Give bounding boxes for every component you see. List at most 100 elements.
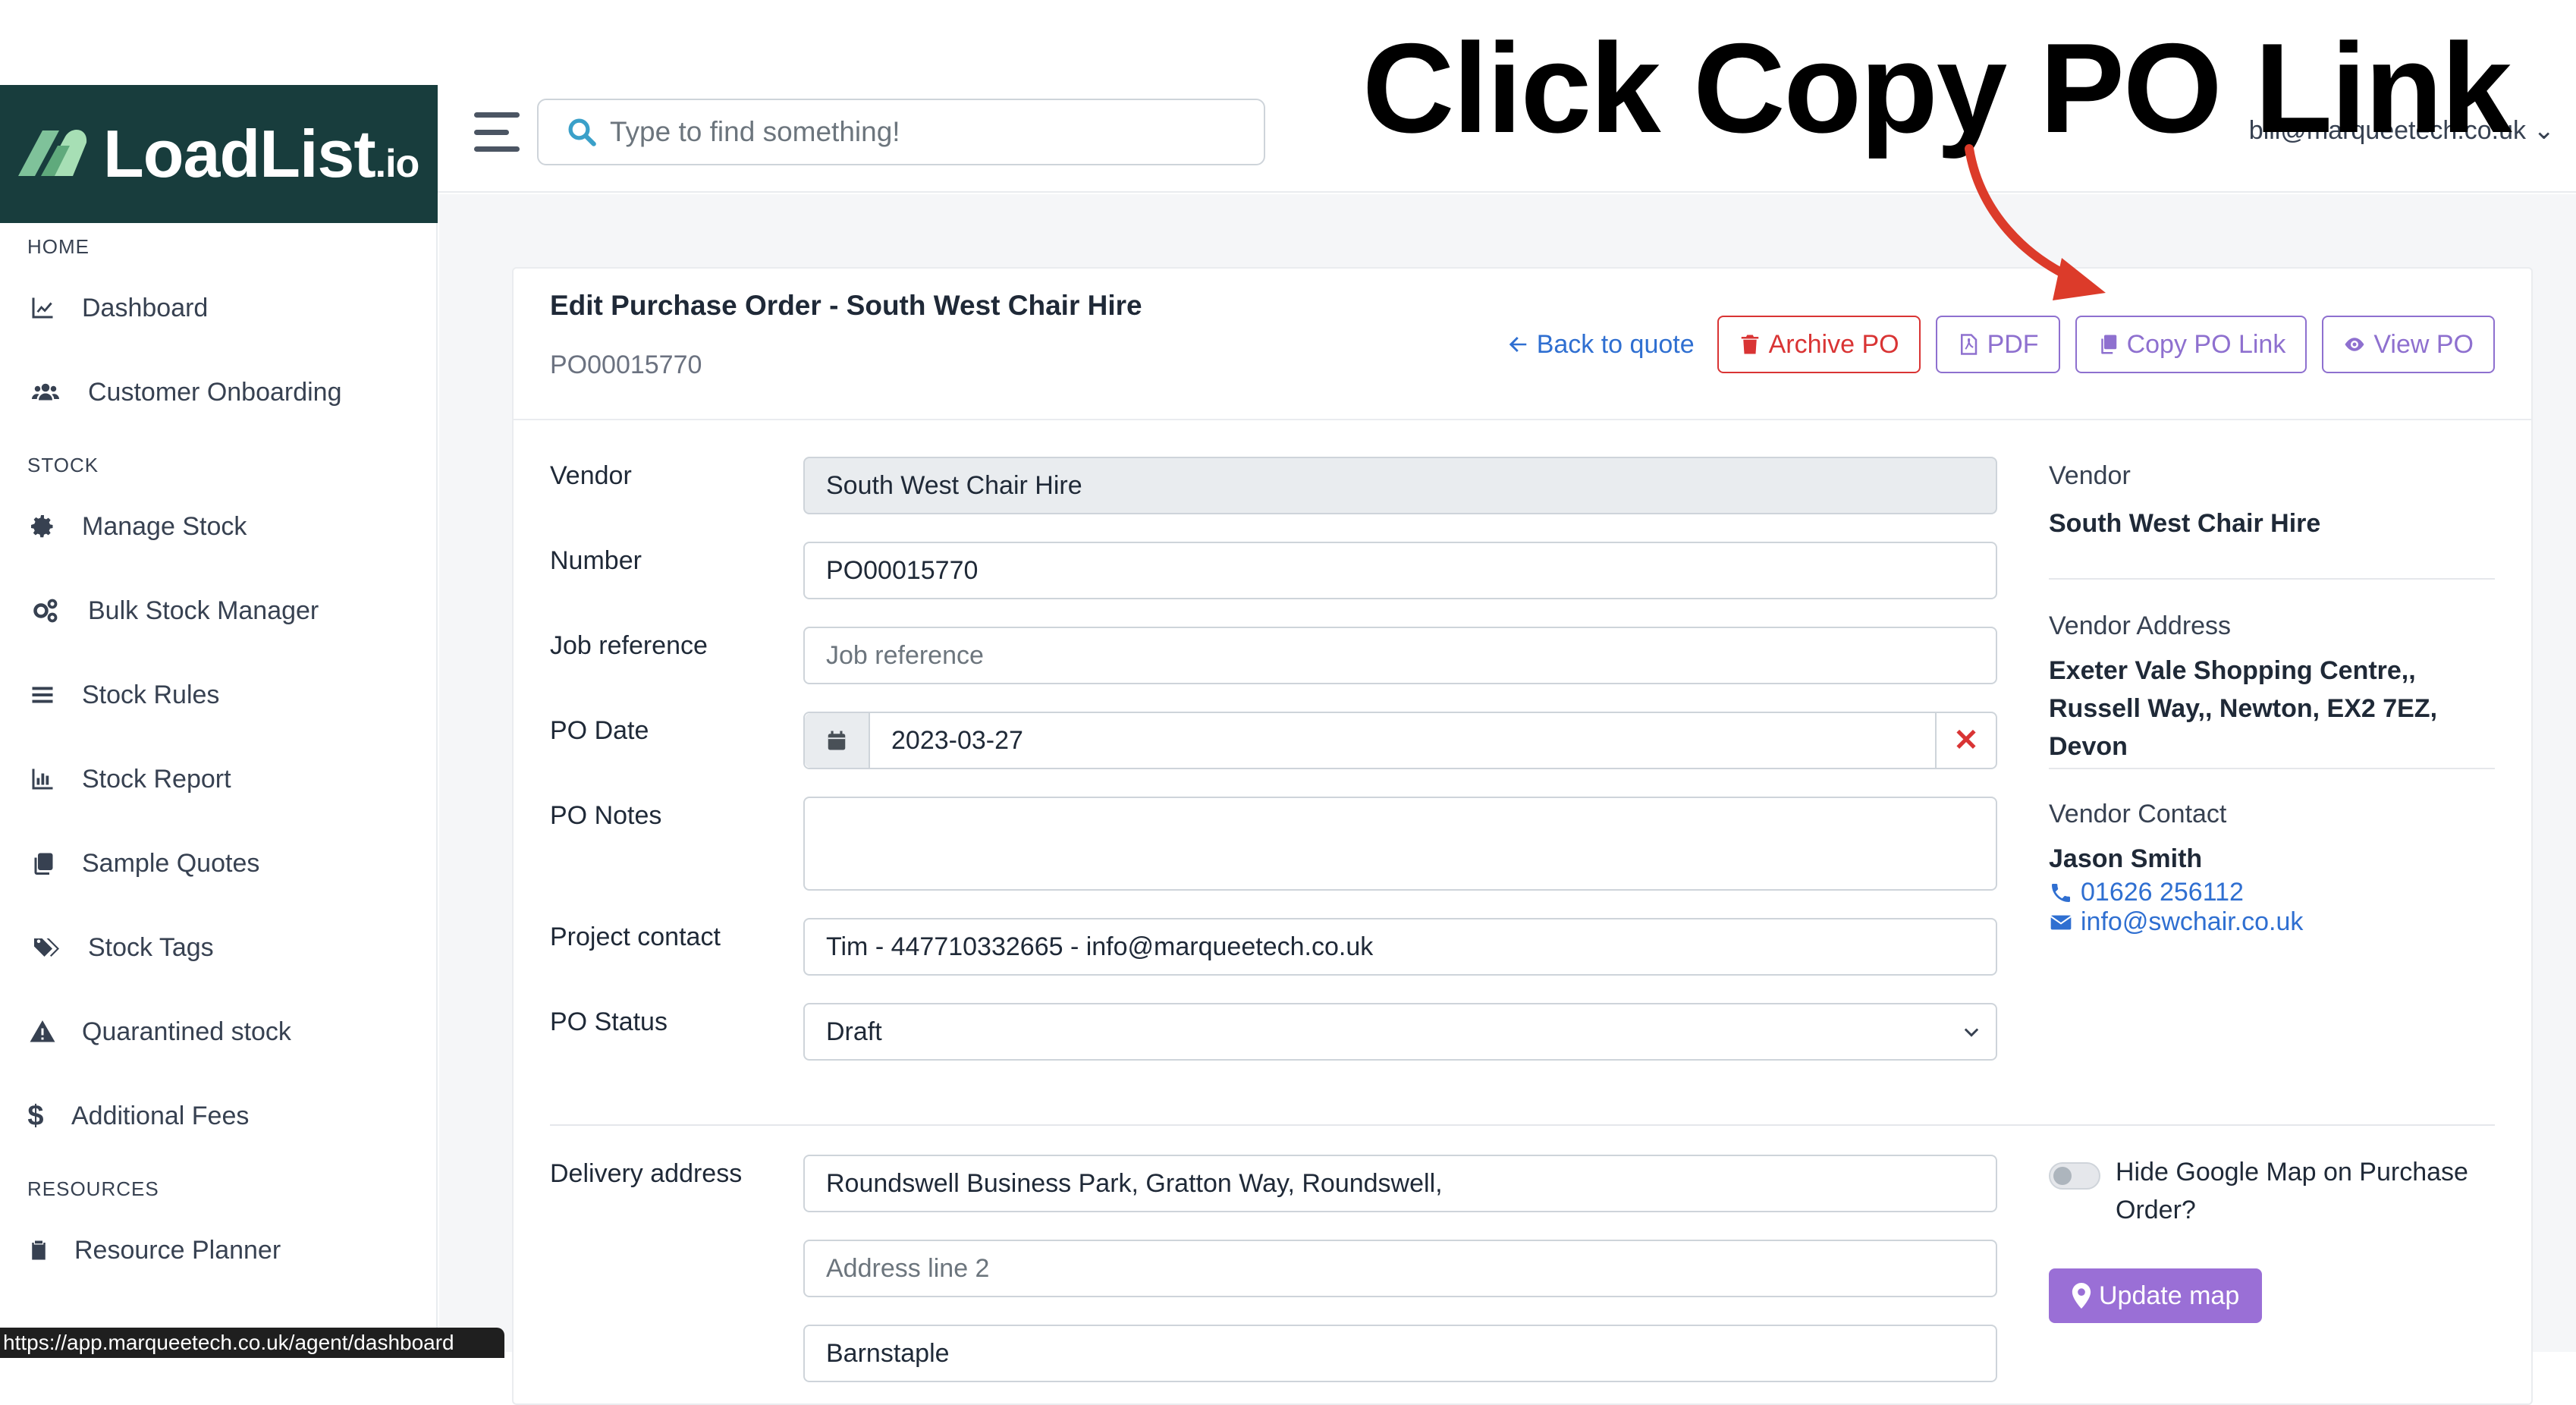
sidebar-item-resource-planner[interactable]: Resource Planner [27,1235,281,1265]
tags-icon [27,932,64,963]
hide-map-label: Hide Google Map on Purchase Order? [2116,1158,2468,1224]
view-po-button[interactable]: View PO [2322,316,2495,373]
po-status-select[interactable]: Draft [803,1003,1997,1061]
job-reference-label: Job reference [550,631,708,660]
sidebar-item-dashboard[interactable]: Dashboard [27,293,208,323]
back-to-quote-label: Back to quote [1536,329,1695,359]
back-to-quote-button[interactable]: Back to quote [1498,316,1702,373]
vendor-contact-info: Vendor Contact Jason Smith 01626 256112 … [2049,800,2495,937]
eye-icon [2345,338,2364,351]
page-title: Edit Purchase Order - South West Chair H… [550,290,1142,321]
sidebar-item-customer-onboarding[interactable]: Customer Onboarding [27,377,342,407]
annotation-arrow-icon [1965,144,2106,300]
action-toolbar: Back to quote Archive PO PDF Copy PO Lin… [1498,316,2495,373]
sidebar-item-label: Dashboard [82,293,209,322]
menu-toggle-icon[interactable] [474,112,520,152]
envelope-icon [2050,915,2072,929]
gear-icon [27,511,58,542]
sidebar-item-label: Sample Quotes [82,848,260,878]
clear-date-icon[interactable]: ✕ [1935,713,1996,768]
vendor-info-label: Vendor [2049,461,2131,490]
sidebar-item-label: Stock Rules [82,680,220,709]
sidebar-item-bulk-stock-manager[interactable]: Bulk Stock Manager [27,596,319,626]
instruction-annotation: Click Copy PO Link [1362,17,2512,159]
po-notes-textarea[interactable] [803,797,1997,891]
vendor-address-info: Vendor Address Exeter Vale Shopping Cent… [2049,611,2495,765]
pdf-file-icon [1960,334,1977,355]
loadlist-logo-icon [18,129,87,176]
calendar-icon[interactable] [805,713,870,768]
po-date-value[interactable]: 2023-03-27 [870,713,1935,768]
sidebar-item-label: Customer Onboarding [88,377,342,407]
hide-map-toggle[interactable] [2049,1162,2100,1190]
sidebar-item-label: Bulk Stock Manager [88,596,319,625]
chevron-down-icon: ⌄ [2533,116,2556,145]
purchase-order-card: Edit Purchase Order - South West Chair H… [512,267,2533,1405]
vendor-phone-link[interactable]: 01626 256112 [2049,878,2495,907]
copy-po-link-label: Copy PO Link [2126,329,2286,359]
chart-line-icon [27,293,58,323]
vendor-address-label: Vendor Address [2049,611,2232,640]
divider [2049,578,2495,580]
warning-icon [27,1017,58,1047]
sidebar-item-sample-quotes[interactable]: Sample Quotes [27,848,259,879]
sidebar-item-quarantined-stock[interactable]: Quarantined stock [27,1017,291,1047]
delivery-address-line2[interactable]: Address line 2 [803,1240,1997,1297]
po-date-label: PO Date [550,716,649,745]
delivery-address-line1[interactable]: Roundswell Business Park, Gratton Way, R… [803,1155,1997,1212]
search-icon [568,118,596,146]
bar-chart-icon [27,764,58,794]
vendor-contact-label: Vendor Contact [2049,800,2227,828]
map-marker-icon [2072,1283,2091,1309]
main-content: Edit Purchase Order - South West Chair H… [439,194,2576,1405]
copy-po-link-button[interactable]: Copy PO Link [2075,316,2307,373]
delivery-address-city[interactable]: Barnstaple [803,1325,1997,1382]
sidebar-section-stock: STOCK [27,454,99,476]
view-po-label: View PO [2373,329,2474,359]
sidebar-item-manage-stock[interactable]: Manage Stock [27,511,247,542]
sidebar-item-label: Resource Planner [74,1235,281,1265]
search-box[interactable] [537,99,1265,165]
sidebar-item-stock-report[interactable]: Stock Report [27,764,231,794]
sidebar-item-label: Quarantined stock [82,1017,291,1046]
update-map-button[interactable]: Update map [2049,1268,2263,1323]
po-status-value: Draft [826,1017,882,1046]
po-number-subtitle: PO00015770 [550,350,702,379]
project-contact-label: Project contact [550,923,721,951]
search-input[interactable] [608,115,1215,149]
job-reference-field[interactable]: Job reference [803,627,1997,684]
gears-icon [27,596,64,626]
section-divider [550,1124,2495,1126]
vendor-contact-name: Jason Smith [2049,844,2203,873]
vendor-phone: 01626 256112 [2081,878,2244,907]
number-label: Number [550,546,642,575]
vendor-email: info@swchair.co.uk [2081,907,2304,936]
po-notes-label: PO Notes [550,801,662,830]
pdf-button[interactable]: PDF [1935,316,2060,373]
sidebar-item-additional-fees[interactable]: $ Additional Fees [27,1099,249,1132]
sidebar-item-stock-tags[interactable]: Stock Tags [27,932,214,963]
sidebar-item-stock-rules[interactable]: Stock Rules [27,680,219,710]
sidebar-item-label: Stock Report [82,764,231,794]
sidebar: HOME Dashboard Customer Onboarding STOCK… [0,223,438,1352]
archive-po-label: Archive PO [1768,329,1899,359]
po-date-field[interactable]: 2023-03-27 ✕ [803,712,1997,769]
sidebar-item-label: Manage Stock [82,511,247,541]
archive-po-button[interactable]: Archive PO [1717,316,1921,373]
sidebar-section-resources: RESOURCES [27,1177,159,1200]
dollar-icon: $ [27,1099,44,1132]
copy-icon [2100,335,2116,354]
list-icon [27,680,58,710]
logo-text: LoadList [103,116,376,191]
sidebar-section-home: HOME [27,235,90,258]
logo-suffix: .io [375,142,420,186]
sidebar-item-label: Stock Tags [88,932,214,962]
vendor-email-link[interactable]: info@swchair.co.uk [2049,907,2495,937]
arrow-left-icon [1509,337,1526,352]
copy-icon [27,848,58,879]
users-icon [27,377,64,407]
number-field[interactable]: PO00015770 [803,542,1997,599]
po-status-label: PO Status [550,1007,668,1036]
project-contact-field[interactable]: Tim - 447710332665 - info@marqueetech.co… [803,918,1997,976]
app-logo[interactable]: LoadList.io [0,85,438,223]
